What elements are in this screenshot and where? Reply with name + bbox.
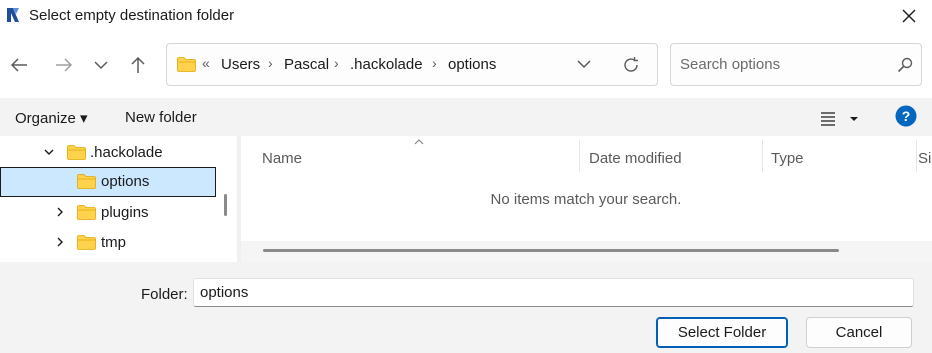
command-bar: Organize ▾ New folder ?: [0, 98, 932, 136]
navigation-tree[interactable]: .hackolade options plugins tmp: [0, 136, 237, 262]
refresh-icon[interactable]: [622, 56, 640, 74]
column-label: Type: [771, 150, 804, 167]
sort-ascending-icon: [414, 139, 424, 145]
close-button[interactable]: [886, 0, 932, 32]
back-arrow-icon: [10, 58, 27, 72]
app-logo-icon: [7, 8, 19, 22]
dialog-footer: Folder: Select Folder Cancel: [0, 262, 932, 353]
horizontal-scrollbar-thumb[interactable]: [263, 249, 839, 252]
search-box[interactable]: [670, 43, 922, 86]
folder-icon: [77, 235, 96, 250]
new-folder-button[interactable]: New folder: [125, 109, 197, 126]
folder-picker-dialog: Select empty destination folder « Users …: [0, 0, 932, 353]
column-label: Si: [918, 150, 932, 167]
column-header-size[interactable]: Si: [917, 140, 932, 172]
tree-item-plugins[interactable]: plugins: [0, 198, 216, 228]
tree-item-label: tmp: [101, 234, 127, 251]
recent-locations-button[interactable]: [88, 52, 114, 78]
close-icon: [902, 9, 916, 23]
svg-text:?: ?: [902, 108, 911, 124]
navigation-bar: « Users › Pascal › .hackolade › options: [0, 32, 932, 98]
organize-button[interactable]: Organize ▾: [15, 109, 88, 127]
folder-icon: [67, 145, 86, 160]
breadcrumb-separator[interactable]: ›: [268, 55, 273, 71]
search-input[interactable]: [671, 44, 886, 85]
chevron-right-icon[interactable]: [54, 236, 66, 248]
list-view-icon: [821, 112, 858, 126]
folder-name-input[interactable]: [193, 278, 914, 307]
tree-item-label: plugins: [101, 204, 149, 221]
search-icon[interactable]: [897, 57, 913, 73]
up-arrow-icon: [131, 56, 145, 73]
chevron-right-icon[interactable]: [54, 206, 66, 218]
column-header-name[interactable]: Name: [241, 139, 580, 172]
breadcrumb-hackolade[interactable]: .hackolade: [350, 56, 423, 73]
select-folder-button[interactable]: Select Folder: [656, 317, 788, 348]
breadcrumb-users[interactable]: Users: [221, 56, 260, 73]
breadcrumb-options[interactable]: options: [448, 56, 496, 73]
folder-label: Folder:: [141, 286, 188, 303]
breadcrumb-pascal[interactable]: Pascal: [284, 56, 329, 73]
tree-scrollbar[interactable]: [224, 194, 227, 216]
file-list[interactable]: Name Date modified Type Si No items matc…: [237, 136, 932, 262]
title-bar: Select empty destination folder: [0, 0, 932, 32]
recent-chevron-icon: [94, 61, 108, 70]
help-icon: ?: [895, 105, 917, 127]
column-header-type[interactable]: Type: [763, 140, 917, 172]
column-header-date-modified[interactable]: Date modified: [580, 140, 763, 172]
chevron-down-icon[interactable]: [577, 58, 591, 70]
forward-arrow-icon: [56, 58, 73, 72]
view-options-button[interactable]: [818, 108, 864, 128]
folder-icon: [77, 205, 96, 220]
column-label: Name: [262, 150, 303, 167]
folder-icon: [77, 174, 96, 189]
tree-item-hackolade[interactable]: .hackolade: [0, 138, 216, 168]
up-button[interactable]: [125, 52, 151, 78]
tree-item-options[interactable]: options: [0, 167, 216, 197]
help-button[interactable]: ?: [895, 105, 917, 127]
dialog-title: Select empty destination folder: [29, 7, 235, 24]
cancel-button[interactable]: Cancel: [806, 317, 912, 348]
chevron-down-icon[interactable]: [43, 146, 55, 158]
folder-icon: [177, 57, 196, 72]
back-button[interactable]: [6, 52, 32, 78]
address-bar[interactable]: « Users › Pascal › .hackolade › options: [166, 43, 658, 86]
breadcrumb-separator[interactable]: ›: [334, 55, 339, 71]
breadcrumb-separator[interactable]: ›: [432, 55, 437, 71]
empty-list-message: No items match your search.: [490, 191, 682, 208]
forward-button[interactable]: [51, 52, 77, 78]
breadcrumb-overflow[interactable]: «: [202, 55, 210, 71]
tree-item-tmp[interactable]: tmp: [0, 228, 216, 258]
column-label: Date modified: [589, 150, 682, 167]
tree-item-label: options: [101, 173, 150, 190]
tree-item-label: .hackolade: [90, 144, 163, 161]
